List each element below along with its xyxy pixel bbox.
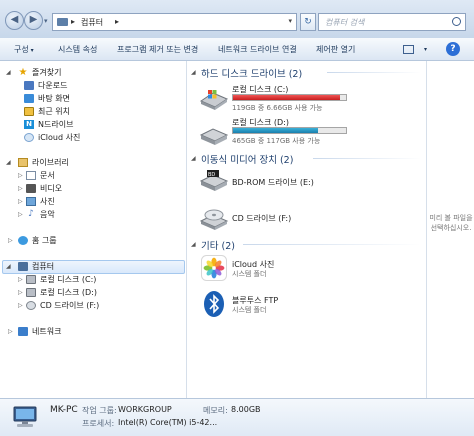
- organize-button[interactable]: 구성: [14, 44, 34, 55]
- expand-triangle-icon[interactable]: ▷: [18, 209, 23, 221]
- group-collapse-icon[interactable]: ◢: [191, 67, 196, 79]
- group-collapse-icon[interactable]: ◢: [191, 239, 196, 251]
- icloud-icon: [24, 133, 34, 142]
- search-input[interactable]: 컴퓨터 검색: [318, 13, 466, 31]
- drive-c-space: 119GB 중 6.66GB 사용 가능: [232, 104, 323, 112]
- navigation-pane: ◢ ★ 즐겨찾기 다운로드 바탕 화면 최근 위치 N N드라이브 iCloud…: [0, 61, 187, 398]
- expand-triangle-icon[interactable]: ▷: [8, 235, 13, 247]
- desktop-icon: [24, 94, 34, 103]
- expand-triangle-icon[interactable]: ▷: [18, 274, 23, 286]
- workgroup-value: WORKGROUP: [118, 405, 172, 414]
- bdrom-name: BD-ROM 드라이브 (E:): [232, 178, 314, 187]
- search-icon: [452, 17, 461, 26]
- address-bar-area: ◀ ▶ ▾ ▸ 컴퓨터 ▸ ▾ ↻ 컴퓨터 검색: [0, 0, 474, 39]
- group-header-hdd[interactable]: 하드 디스크 드라이브 (2): [201, 66, 302, 80]
- drive-d-usage-fill: [233, 128, 318, 133]
- map-network-drive-button[interactable]: 네트워크 드라이브 연결: [218, 44, 297, 55]
- system-properties-button[interactable]: 시스템 속성: [58, 44, 97, 55]
- libraries-icon: [18, 158, 28, 167]
- collapse-triangle-icon[interactable]: ◢: [6, 261, 11, 273]
- bluetooth-ftp-type: 시스템 폴더: [232, 306, 267, 314]
- selection-highlight: [2, 260, 185, 274]
- hard-drive-icon: [199, 128, 229, 145]
- star-icon: ★: [18, 67, 28, 78]
- drive-c-usage-bar: [232, 94, 347, 101]
- expand-triangle-icon[interactable]: ▷: [18, 170, 23, 182]
- address-field[interactable]: ▸ 컴퓨터 ▸ ▾: [52, 13, 297, 31]
- computer-icon: [13, 406, 37, 427]
- pictures-icon: [26, 197, 36, 206]
- processor-value: Intel(R) Core(TM) i5-42...: [118, 418, 218, 427]
- cd-drive-icon: [199, 209, 229, 230]
- ndrive-icon: N: [24, 120, 34, 129]
- group-collapse-icon[interactable]: ◢: [191, 153, 196, 165]
- workgroup-label: 작업 그룹:: [82, 406, 117, 415]
- music-icon: ♪: [28, 209, 34, 219]
- uninstall-program-button[interactable]: 프로그램 제거 또는 변경: [117, 44, 198, 55]
- homegroup-icon: [18, 236, 28, 245]
- preview-message: 미리 볼 파일을 선택하십시오.: [429, 214, 473, 232]
- view-options-dropdown[interactable]: ▾: [424, 46, 427, 53]
- address-dropdown-icon[interactable]: ▾: [288, 17, 292, 25]
- expand-triangle-icon[interactable]: ▷: [18, 300, 23, 312]
- expand-triangle-icon[interactable]: ▷: [8, 326, 13, 338]
- open-control-panel-button[interactable]: 제어판 열기: [316, 44, 355, 55]
- documents-icon: [26, 171, 36, 180]
- content-pane: ◢ 하드 디스크 드라이브 (2) 로컬 디스크 (C:) 119GB 중 6.…: [187, 61, 425, 398]
- downloads-folder-icon: [24, 81, 34, 90]
- icloud-photos-icon: [201, 255, 227, 281]
- group-header-removable[interactable]: 이동식 미디어 장치 (2): [201, 152, 293, 166]
- breadcrumb-computer[interactable]: 컴퓨터: [81, 17, 103, 28]
- group-divider: [313, 158, 421, 159]
- windows-drive-icon: [199, 90, 229, 110]
- hard-drive-icon: [26, 288, 36, 297]
- bd-rom-drive-icon: BD: [199, 170, 229, 191]
- expand-triangle-icon[interactable]: ▷: [18, 183, 23, 195]
- arrow-right-icon: ▶: [29, 14, 38, 25]
- change-view-icon[interactable]: [400, 42, 422, 56]
- group-header-other[interactable]: 기타 (2): [201, 238, 235, 252]
- search-placeholder: 컴퓨터 검색: [325, 18, 365, 27]
- computer-icon: [18, 262, 28, 271]
- drive-c-usage-fill: [233, 95, 340, 100]
- collapse-triangle-icon[interactable]: ◢: [6, 157, 11, 169]
- drive-d-space: 465GB 중 117GB 사용 가능: [232, 137, 321, 145]
- back-button[interactable]: ◀: [5, 11, 24, 30]
- breadcrumb-chevron-icon[interactable]: ▸: [115, 17, 119, 26]
- breadcrumb-chevron-icon[interactable]: ▸: [71, 17, 75, 26]
- command-bar: 구성 시스템 속성 프로그램 제거 또는 변경 네트워크 드라이브 연결 제어판…: [0, 38, 474, 61]
- preview-pane: 미리 볼 파일을 선택하십시오.: [426, 61, 474, 398]
- svg-text:BD: BD: [208, 172, 215, 178]
- computer-icon: [57, 18, 68, 26]
- expand-triangle-icon[interactable]: ▷: [18, 196, 23, 208]
- icloud-photos-type: 시스템 폴더: [232, 270, 267, 278]
- memory-label: 메모리:: [203, 406, 228, 415]
- group-divider: [243, 244, 421, 245]
- expand-triangle-icon[interactable]: ▷: [18, 287, 23, 299]
- forward-button[interactable]: ▶: [24, 11, 43, 30]
- cd-drive-name: CD 드라이브 (F:): [232, 214, 292, 223]
- bluetooth-icon: [204, 291, 224, 317]
- drive-d-usage-bar: [232, 127, 347, 134]
- collapse-triangle-icon[interactable]: ◢: [6, 67, 11, 79]
- help-icon[interactable]: ?: [446, 42, 460, 56]
- video-icon: [26, 184, 36, 193]
- details-pane: MK-PC 작업 그룹: WORKGROUP 메모리: 8.00GB 프로세서:…: [0, 398, 474, 436]
- processor-label: 프로세서:: [82, 419, 115, 428]
- group-divider: [327, 72, 421, 73]
- hard-drive-icon: [26, 275, 36, 284]
- recent-pages-dropdown[interactable]: ▾: [44, 17, 48, 25]
- explorer-window: ◀ ▶ ▾ ▸ 컴퓨터 ▸ ▾ ↻ 컴퓨터 검색 구성 시스템 속성 프로그램 …: [0, 0, 474, 436]
- refresh-icon: ↻: [304, 17, 312, 27]
- network-icon: [18, 327, 28, 336]
- pc-name: MK-PC: [50, 405, 78, 415]
- recent-places-icon: [24, 107, 34, 116]
- cd-drive-icon: [26, 301, 36, 310]
- memory-value: 8.00GB: [231, 405, 261, 414]
- arrow-left-icon: ◀: [10, 14, 19, 25]
- refresh-button[interactable]: ↻: [300, 13, 316, 31]
